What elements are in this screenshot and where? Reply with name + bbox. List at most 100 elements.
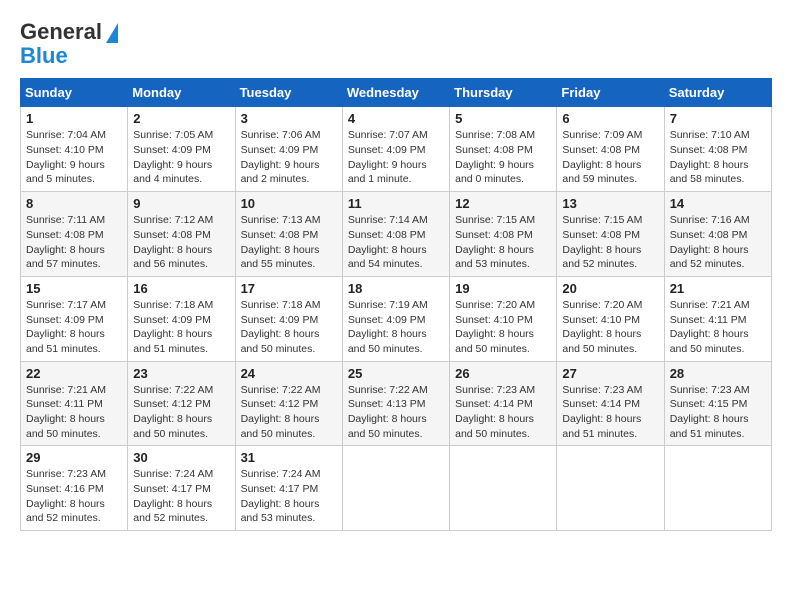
day-number: 13 [562,196,658,211]
day-number: 4 [348,111,444,126]
day-detail: Sunrise: 7:14 AMSunset: 4:08 PMDaylight:… [348,214,428,270]
day-detail: Sunrise: 7:22 AMSunset: 4:13 PMDaylight:… [348,384,428,440]
header-thursday: Thursday [450,79,557,107]
day-number: 20 [562,281,658,296]
day-cell-15: 15 Sunrise: 7:17 AMSunset: 4:09 PMDayligh… [21,276,128,361]
day-detail: Sunrise: 7:07 AMSunset: 4:09 PMDaylight:… [348,129,428,185]
day-number: 7 [670,111,766,126]
day-number: 17 [241,281,337,296]
day-cell-21: 21 Sunrise: 7:21 AMSunset: 4:11 PMDayligh… [664,276,771,361]
day-number: 26 [455,366,551,381]
day-number: 14 [670,196,766,211]
day-detail: Sunrise: 7:20 AMSunset: 4:10 PMDaylight:… [562,299,642,355]
day-detail: Sunrise: 7:15 AMSunset: 4:08 PMDaylight:… [455,214,535,270]
day-cell-29: 29 Sunrise: 7:23 AMSunset: 4:16 PMDayligh… [21,446,128,531]
week-row-5: 29 Sunrise: 7:23 AMSunset: 4:16 PMDayligh… [21,446,772,531]
day-cell-12: 12 Sunrise: 7:15 AMSunset: 4:08 PMDayligh… [450,192,557,277]
day-number: 15 [26,281,122,296]
day-detail: Sunrise: 7:10 AMSunset: 4:08 PMDaylight:… [670,129,750,185]
day-number: 6 [562,111,658,126]
day-cell-31: 31Sunrise: 7:24 AMSunset: 4:17 PMDayligh… [235,446,342,531]
day-number: 8 [26,196,122,211]
day-cell-23: 23 Sunrise: 7:22 AMSunset: 4:12 PMDayligh… [128,361,235,446]
empty-cell [450,446,557,531]
day-detail: Sunrise: 7:13 AMSunset: 4:08 PMDaylight:… [241,214,321,270]
day-detail: Sunrise: 7:18 AMSunset: 4:09 PMDaylight:… [133,299,213,355]
calendar-table: SundayMondayTuesdayWednesdayThursdayFrid… [20,78,772,531]
day-detail: Sunrise: 7:16 AMSunset: 4:08 PMDaylight:… [670,214,750,270]
day-number: 30 [133,450,229,465]
day-number: 29 [26,450,122,465]
day-detail: Sunrise: 7:17 AMSunset: 4:09 PMDaylight:… [26,299,106,355]
day-number: 10 [241,196,337,211]
day-detail: Sunrise: 7:20 AMSunset: 4:10 PMDaylight:… [455,299,535,355]
day-number: 31 [241,450,337,465]
header-sunday: Sunday [21,79,128,107]
day-cell-5: 5 Sunrise: 7:08 AMSunset: 4:08 PMDaylight… [450,107,557,192]
logo-text-general: General [20,20,102,44]
day-detail: Sunrise: 7:23 AMSunset: 4:14 PMDaylight:… [562,384,642,440]
day-detail: Sunrise: 7:22 AMSunset: 4:12 PMDaylight:… [241,384,321,440]
day-cell-27: 27 Sunrise: 7:23 AMSunset: 4:14 PMDayligh… [557,361,664,446]
weekday-header-row: SundayMondayTuesdayWednesdayThursdayFrid… [21,79,772,107]
day-detail: Sunrise: 7:21 AMSunset: 4:11 PMDaylight:… [670,299,750,355]
day-number: 25 [348,366,444,381]
week-row-1: 1 Sunrise: 7:04 AMSunset: 4:10 PMDaylight… [21,107,772,192]
day-number: 27 [562,366,658,381]
day-cell-4: 4 Sunrise: 7:07 AMSunset: 4:09 PMDaylight… [342,107,449,192]
day-cell-24: 24 Sunrise: 7:22 AMSunset: 4:12 PMDayligh… [235,361,342,446]
day-cell-19: 19 Sunrise: 7:20 AMSunset: 4:10 PMDayligh… [450,276,557,361]
day-cell-28: 28 Sunrise: 7:23 AMSunset: 4:15 PMDayligh… [664,361,771,446]
day-cell-22: 22Sunrise: 7:21 AMSunset: 4:11 PMDayligh… [21,361,128,446]
day-cell-8: 8 Sunrise: 7:11 AMSunset: 4:08 PMDaylight… [21,192,128,277]
day-detail: Sunrise: 7:24 AMSunset: 4:17 PMDaylight:… [133,468,213,524]
day-detail: Sunrise: 7:15 AMSunset: 4:08 PMDaylight:… [562,214,642,270]
day-cell-20: 20 Sunrise: 7:20 AMSunset: 4:10 PMDayligh… [557,276,664,361]
empty-cell [342,446,449,531]
logo-triangle-icon [106,23,118,43]
page-header: General Blue [20,20,772,68]
day-detail: Sunrise: 7:22 AMSunset: 4:12 PMDaylight:… [133,384,213,440]
day-cell-7: 7 Sunrise: 7:10 AMSunset: 4:08 PMDaylight… [664,107,771,192]
day-detail: Sunrise: 7:21 AMSunset: 4:11 PMDaylight:… [26,384,106,440]
week-row-4: 22Sunrise: 7:21 AMSunset: 4:11 PMDayligh… [21,361,772,446]
day-cell-11: 11 Sunrise: 7:14 AMSunset: 4:08 PMDayligh… [342,192,449,277]
day-number: 19 [455,281,551,296]
day-detail: Sunrise: 7:19 AMSunset: 4:09 PMDaylight:… [348,299,428,355]
day-detail: Sunrise: 7:04 AMSunset: 4:10 PMDaylight:… [26,129,106,185]
day-number: 24 [241,366,337,381]
day-detail: Sunrise: 7:12 AMSunset: 4:08 PMDaylight:… [133,214,213,270]
day-number: 23 [133,366,229,381]
day-number: 21 [670,281,766,296]
day-number: 11 [348,196,444,211]
day-number: 5 [455,111,551,126]
day-cell-17: 17 Sunrise: 7:18 AMSunset: 4:09 PMDayligh… [235,276,342,361]
empty-cell [664,446,771,531]
day-number: 2 [133,111,229,126]
week-row-3: 15 Sunrise: 7:17 AMSunset: 4:09 PMDayligh… [21,276,772,361]
day-number: 28 [670,366,766,381]
day-cell-26: 26Sunrise: 7:23 AMSunset: 4:14 PMDayligh… [450,361,557,446]
day-number: 12 [455,196,551,211]
header-tuesday: Tuesday [235,79,342,107]
day-cell-13: 13 Sunrise: 7:15 AMSunset: 4:08 PMDayligh… [557,192,664,277]
day-cell-18: 18Sunrise: 7:19 AMSunset: 4:09 PMDayligh… [342,276,449,361]
header-saturday: Saturday [664,79,771,107]
day-cell-10: 10 Sunrise: 7:13 AMSunset: 4:08 PMDayligh… [235,192,342,277]
week-row-2: 8 Sunrise: 7:11 AMSunset: 4:08 PMDaylight… [21,192,772,277]
day-number: 16 [133,281,229,296]
logo-text-blue: Blue [20,43,68,68]
day-detail: Sunrise: 7:23 AMSunset: 4:15 PMDaylight:… [670,384,750,440]
day-detail: Sunrise: 7:11 AMSunset: 4:08 PMDaylight:… [26,214,105,270]
day-cell-30: 30 Sunrise: 7:24 AMSunset: 4:17 PMDayligh… [128,446,235,531]
header-friday: Friday [557,79,664,107]
day-cell-1: 1 Sunrise: 7:04 AMSunset: 4:10 PMDaylight… [21,107,128,192]
day-number: 1 [26,111,122,126]
day-cell-25: 25 Sunrise: 7:22 AMSunset: 4:13 PMDayligh… [342,361,449,446]
day-detail: Sunrise: 7:08 AMSunset: 4:08 PMDaylight:… [455,129,535,185]
day-number: 3 [241,111,337,126]
day-cell-16: 16 Sunrise: 7:18 AMSunset: 4:09 PMDayligh… [128,276,235,361]
day-detail: Sunrise: 7:23 AMSunset: 4:16 PMDaylight:… [26,468,106,524]
header-monday: Monday [128,79,235,107]
day-detail: Sunrise: 7:18 AMSunset: 4:09 PMDaylight:… [241,299,321,355]
